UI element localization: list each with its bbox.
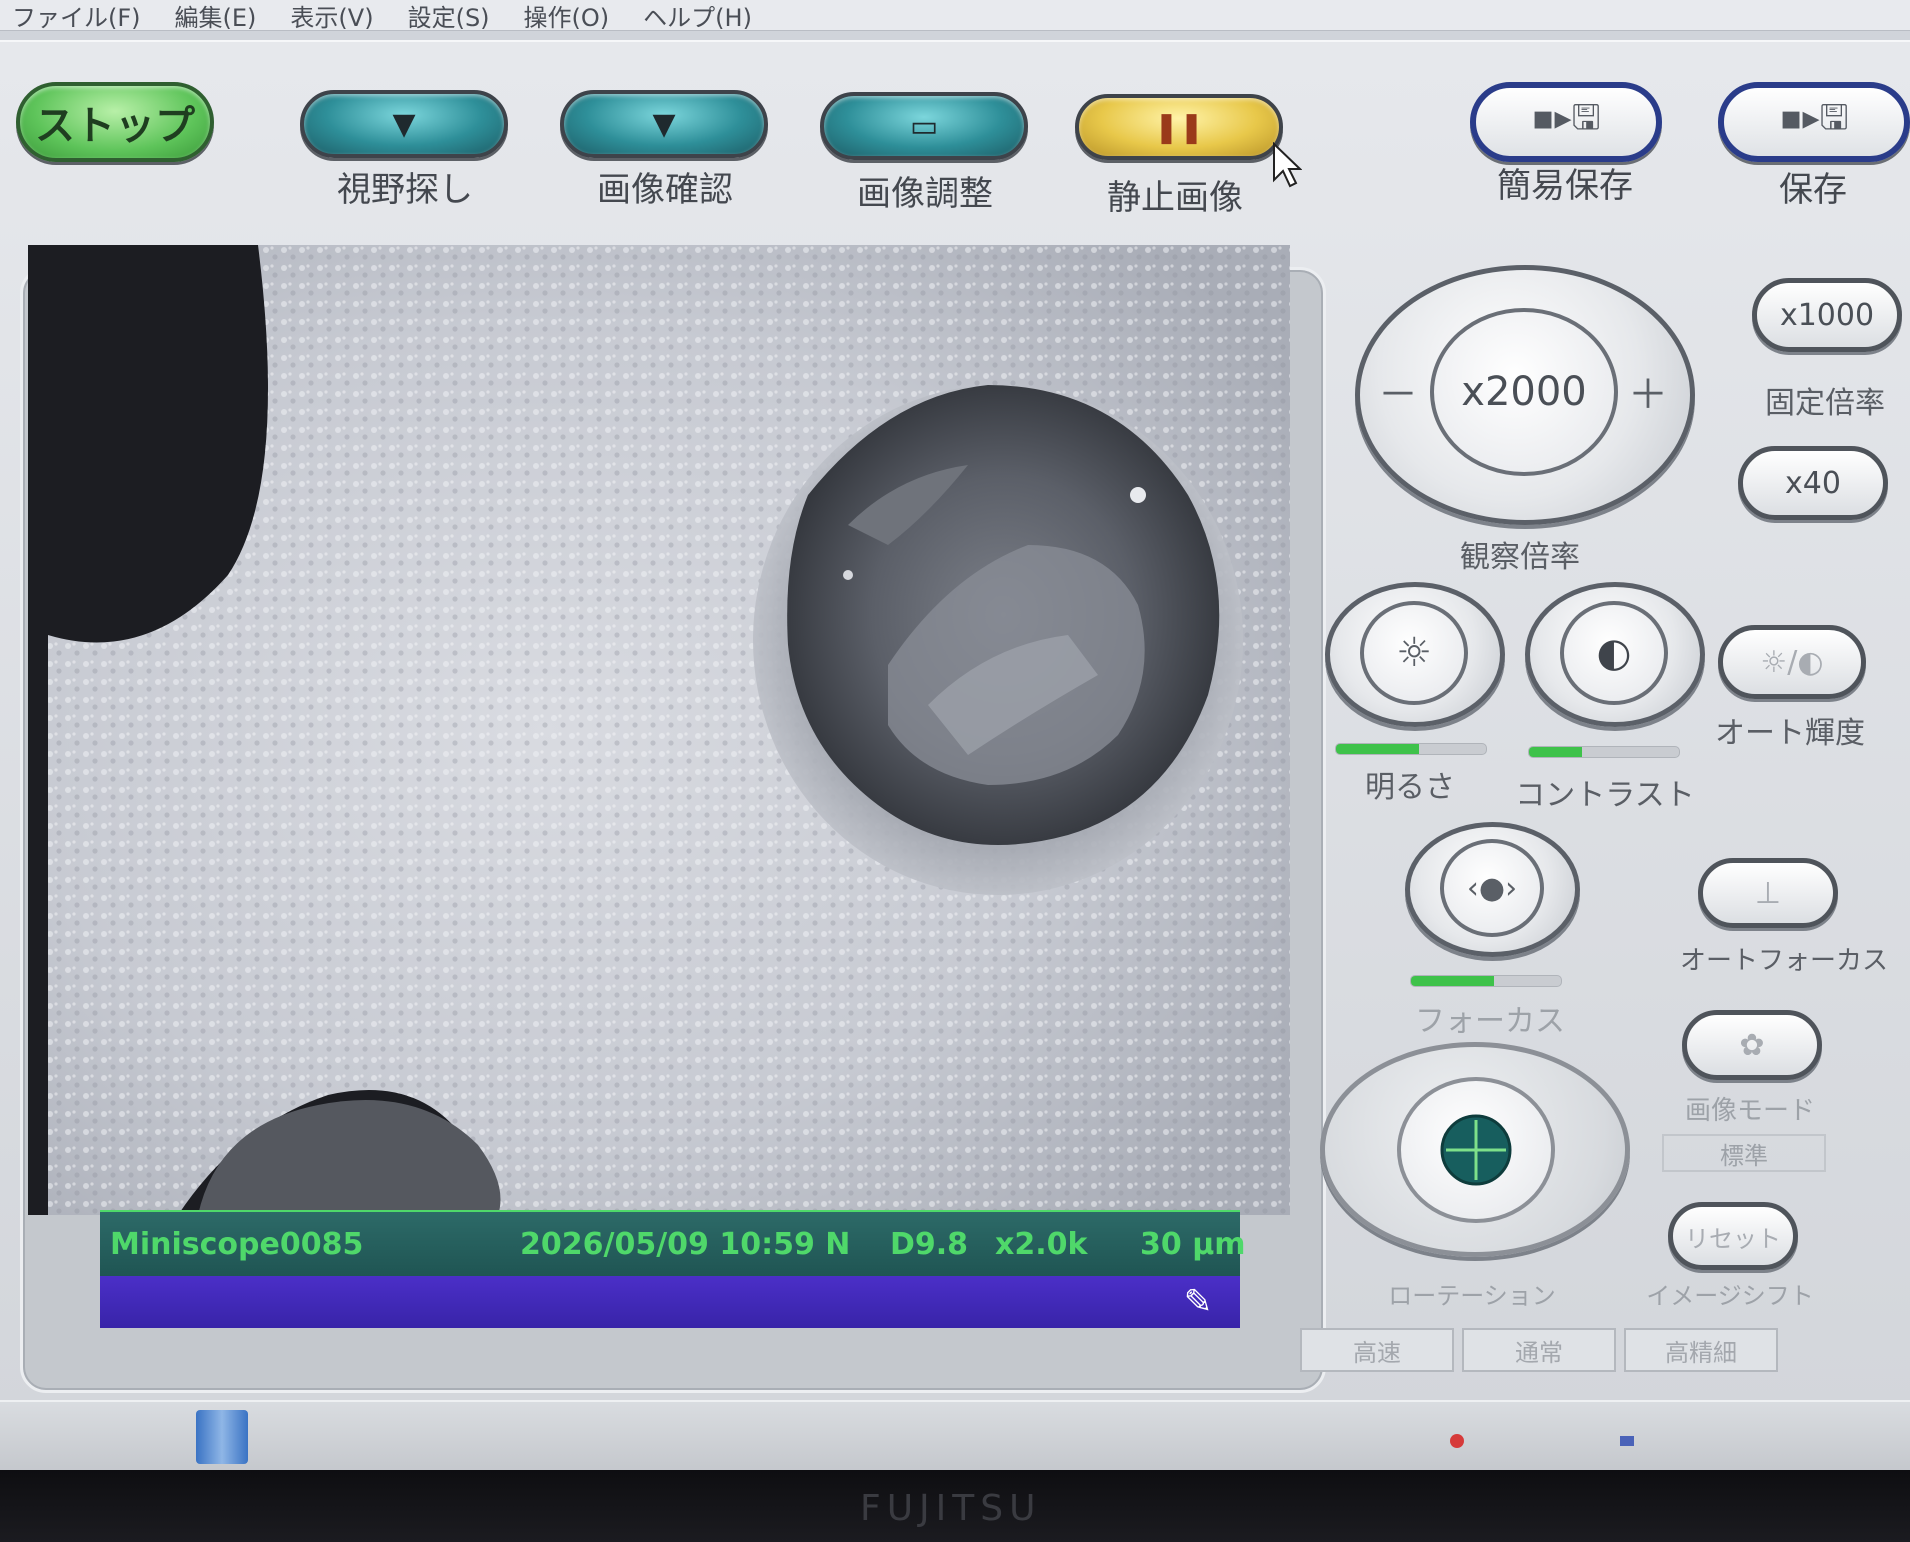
- magnification-dial[interactable]: x2000 － ＋: [1355, 265, 1695, 525]
- comment-bar: ✎: [100, 1276, 1240, 1328]
- search-view-label: 視野探し: [337, 170, 473, 210]
- image-mode-label: 画像モード: [1684, 1096, 1815, 1126]
- contrast-meter-fill: [1529, 747, 1582, 757]
- image-check-button[interactable]: ▼: [560, 90, 768, 158]
- stage-position-icon: [1440, 1114, 1512, 1186]
- image-adjust-button[interactable]: ▭: [820, 92, 1028, 160]
- rotation-dial[interactable]: [1320, 1042, 1630, 1257]
- tray-notification-icon[interactable]: [1450, 1434, 1464, 1448]
- search-view-button[interactable]: ▼: [300, 90, 508, 158]
- image-mode-value[interactable]: 標準: [1662, 1134, 1826, 1172]
- image-adjust-label: 画像調整: [857, 174, 993, 214]
- menu-operation[interactable]: 操作(O): [524, 0, 610, 33]
- freeze-label: 静止画像: [1107, 178, 1243, 218]
- save-icon: ▪▸🖫: [1531, 97, 1601, 138]
- pause-icon: ❚❚: [1153, 109, 1205, 145]
- image-check-label: 画像確認: [597, 170, 733, 210]
- monitor-logo: FUJITSU: [860, 1488, 1042, 1529]
- tab-fast[interactable]: 高速: [1300, 1328, 1454, 1372]
- preset-x40-button[interactable]: x40: [1738, 446, 1888, 520]
- plus-icon[interactable]: ＋: [1628, 362, 1668, 420]
- screen: ファイル(F) 編集(E) 表示(V) 設定(S) 操作(O) ヘルプ(H) ス…: [0, 0, 1910, 1470]
- image-mode-button[interactable]: ✿: [1682, 1010, 1822, 1080]
- focus-center: ‹●›: [1440, 839, 1544, 937]
- auto-brightness-label: オート輝度: [1715, 716, 1865, 751]
- monitor-bezel: FUJITSU: [0, 1470, 1910, 1542]
- contrast-meter: [1528, 746, 1680, 758]
- magnification-value: x2000: [1461, 369, 1587, 415]
- arrow-down-icon: ▼: [392, 106, 416, 142]
- autofocus-button[interactable]: ⊥: [1698, 858, 1838, 928]
- magnification-label: 観察倍率: [1460, 540, 1580, 575]
- auto-brightness-icon: ☼/◐: [1760, 644, 1824, 680]
- contrast-center: ◐: [1560, 601, 1668, 705]
- contrast-dial[interactable]: ◐: [1525, 582, 1705, 727]
- magnification-value-display: x2000: [1430, 308, 1618, 476]
- save-icon: ▪▸🖫: [1779, 97, 1849, 138]
- menu-view[interactable]: 表示(V): [290, 0, 373, 33]
- brightness-dial[interactable]: ☼: [1325, 582, 1505, 727]
- contrast-label: コントラスト: [1515, 778, 1695, 813]
- save-label: 保存: [1779, 170, 1847, 210]
- tab-normal[interactable]: 通常: [1462, 1328, 1616, 1372]
- focus-label: フォーカス: [1415, 1004, 1565, 1039]
- focus-icon: ‹●›: [1466, 870, 1518, 906]
- tab-high-definition[interactable]: 高精細: [1624, 1328, 1778, 1372]
- taskbar: [0, 1400, 1910, 1470]
- menu-settings[interactable]: 設定(S): [408, 0, 490, 33]
- timestamp: 2026/05/09 10:59 N: [520, 1226, 851, 1262]
- microscope-image[interactable]: [28, 245, 1290, 1215]
- scale-bar-label: 30 μm: [1140, 1226, 1246, 1262]
- tray-network-icon[interactable]: [1620, 1436, 1634, 1446]
- mouse-cursor-icon: [1273, 142, 1302, 188]
- preset-x1000-button[interactable]: x1000: [1752, 278, 1902, 352]
- focus-dial[interactable]: ‹●›: [1405, 822, 1580, 957]
- instrument-name: Miniscope0085: [110, 1226, 364, 1262]
- brightness-meter-fill: [1336, 744, 1419, 754]
- image-info-bar: Miniscope0085 2026/05/09 10:59 N D9.8 x2…: [100, 1210, 1246, 1276]
- reset-button[interactable]: リセット: [1668, 1202, 1798, 1270]
- menu-edit[interactable]: 編集(E): [175, 0, 257, 33]
- arrow-down-icon: ▼: [652, 106, 676, 142]
- menu-file[interactable]: ファイル(F): [12, 0, 141, 33]
- minus-icon[interactable]: －: [1378, 362, 1418, 420]
- stop-button[interactable]: ストップ: [16, 82, 214, 162]
- quick-save-label: 簡易保存: [1497, 166, 1633, 206]
- sun-icon: ☼: [1396, 630, 1432, 676]
- save-button[interactable]: ▪▸🖫: [1718, 82, 1910, 162]
- stage-center: [1397, 1077, 1555, 1223]
- magnification-readout: x2.0k: [995, 1226, 1088, 1262]
- brightness-meter: [1335, 743, 1487, 755]
- fixed-magnification-label: 固定倍率: [1765, 386, 1885, 421]
- brightness-label: 明るさ: [1365, 770, 1455, 805]
- image-shift-label: イメージシフト: [1646, 1282, 1814, 1310]
- freeze-button[interactable]: ❚❚: [1075, 94, 1283, 160]
- scan-speed-tabs: 高速 通常 高精細: [1300, 1328, 1778, 1372]
- edit-icon[interactable]: ✎: [1176, 1282, 1220, 1322]
- brightness-center: ☼: [1360, 601, 1468, 705]
- focus-meter: [1410, 975, 1562, 987]
- image-mode-icon: ✿: [1739, 1027, 1765, 1063]
- app-taskbar-icon[interactable]: [196, 1410, 248, 1464]
- frame-icon: ▭: [909, 108, 939, 144]
- focus-meter-fill: [1411, 976, 1494, 986]
- quick-save-button[interactable]: ▪▸🖫: [1470, 82, 1662, 162]
- auto-brightness-button[interactable]: ☼/◐: [1718, 625, 1866, 699]
- menu-bar: ファイル(F) 編集(E) 表示(V) 設定(S) 操作(O) ヘルプ(H): [0, 0, 1910, 33]
- menu-help[interactable]: ヘルプ(H): [643, 0, 752, 33]
- autofocus-label: オートフォーカス: [1680, 946, 1889, 976]
- contrast-icon: ◐: [1596, 630, 1632, 676]
- working-distance: D9.8: [890, 1226, 969, 1262]
- autofocus-icon: ⊥: [1754, 875, 1782, 911]
- rotation-label: ローテーション: [1388, 1282, 1556, 1310]
- stop-label: ストップ: [35, 103, 195, 149]
